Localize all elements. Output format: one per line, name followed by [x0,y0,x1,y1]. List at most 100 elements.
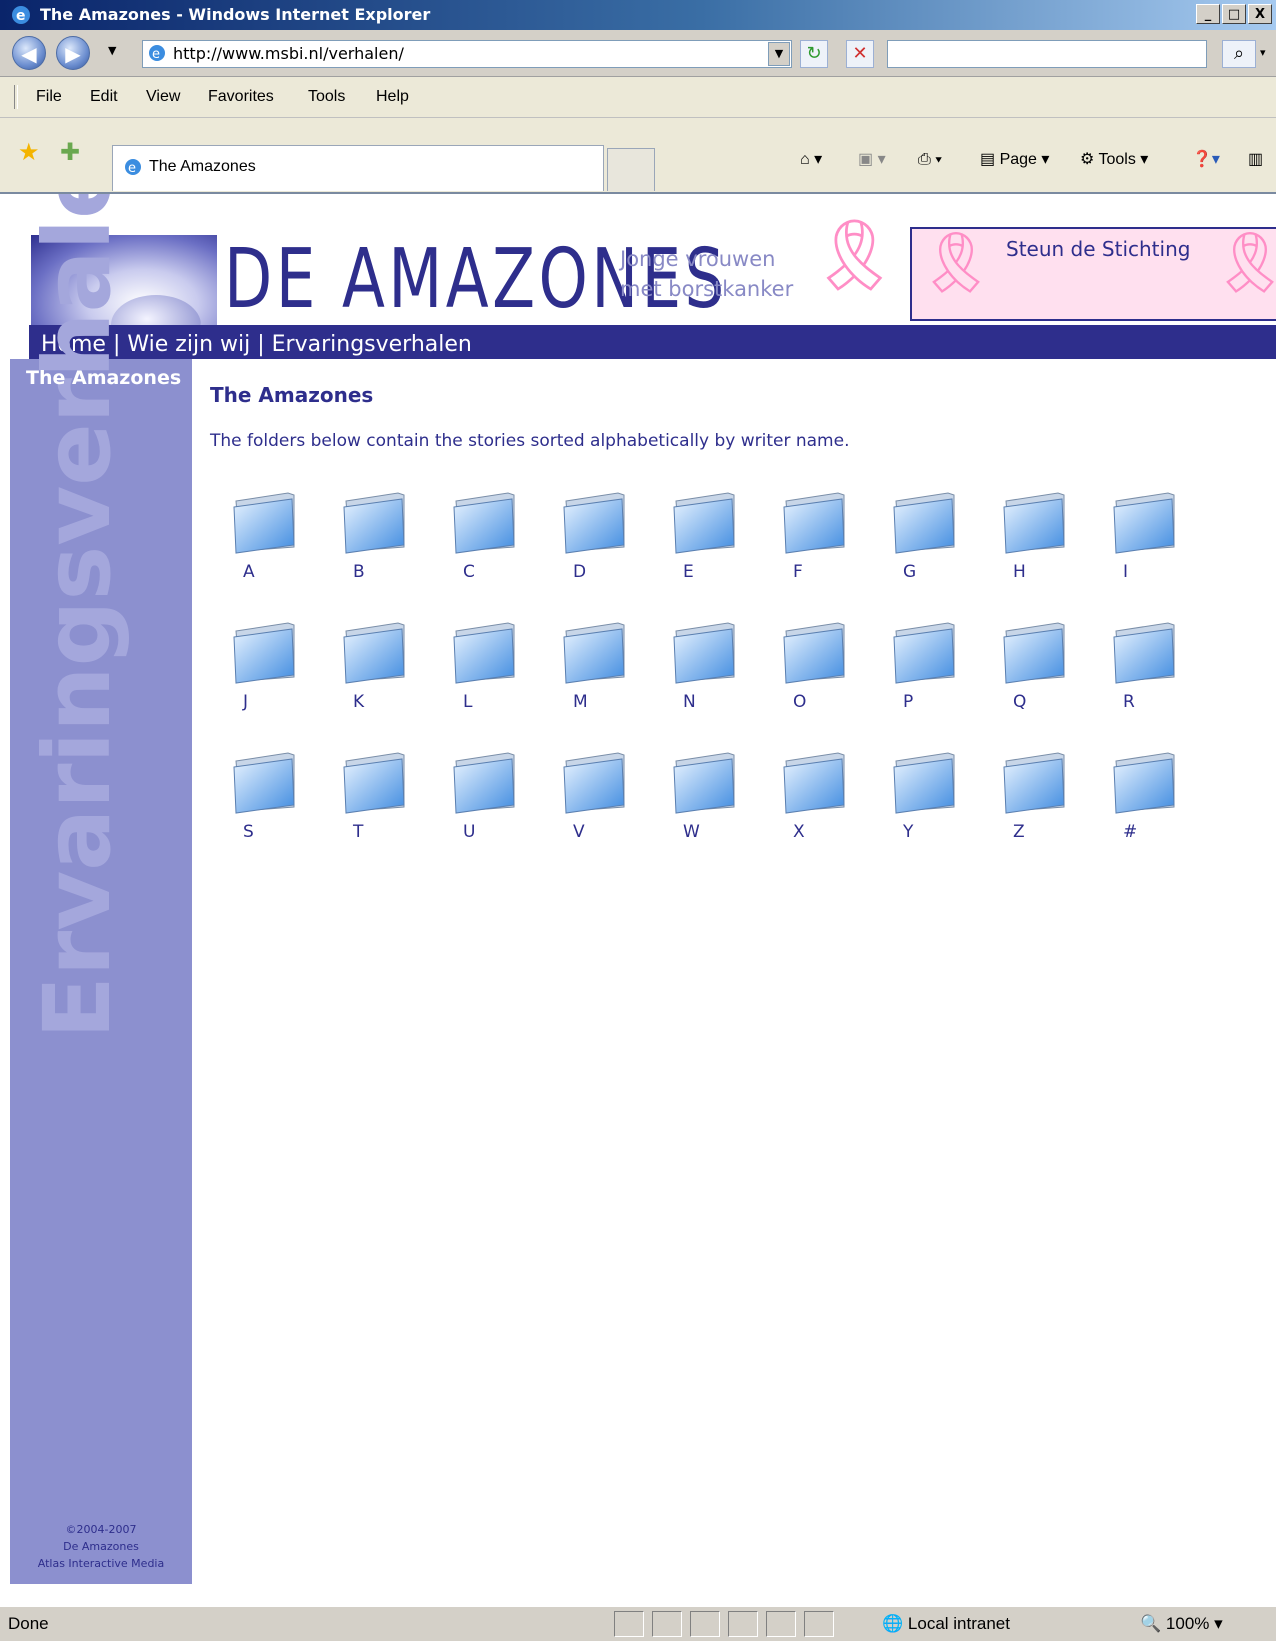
status-segment [690,1611,720,1637]
refresh-icon[interactable]: ↻ [800,40,828,68]
sponsor-banner[interactable]: 🎗 Steun de Stichting 🎗 [910,227,1276,321]
menu-favorites[interactable]: Favorites [208,77,274,117]
research-icon[interactable]: ▥ [1248,145,1263,175]
svg-text:e: e [16,8,26,24]
folder-label: R [1123,692,1135,712]
nav-about-link[interactable]: Wie zijn wij [127,332,250,357]
security-zone[interactable]: 🌐 Local intranet [882,1607,1010,1641]
folder-icon [563,492,625,554]
folder-icon [1003,492,1065,554]
menu-grip [14,85,18,109]
home-icon[interactable]: ⌂ ▾ [800,145,822,175]
address-dropdown-button[interactable]: ▼ [768,42,790,66]
folder-item[interactable]: B [335,487,445,582]
folder-item[interactable]: O [775,617,885,712]
folder-label: J [243,692,249,712]
folder-item[interactable]: Y [885,747,995,842]
folder-icon [1003,622,1065,684]
folder-item[interactable]: R [1105,617,1215,712]
zoom-control[interactable]: 🔍 100% ▾ [1140,1607,1223,1641]
folder-item[interactable]: T [335,747,445,842]
folder-label: X [793,822,805,842]
folder-item[interactable]: M [555,617,665,712]
menu-bar: File Edit View Favorites Tools Help [0,77,1276,118]
folder-item[interactable]: W [665,747,775,842]
folder-item[interactable]: N [665,617,775,712]
folder-item[interactable]: S [225,747,335,842]
close-button[interactable]: X [1248,4,1272,24]
site-nav: Home | Wie zijn wij | Ervaringsverhalen [29,325,1276,359]
folder-item[interactable]: # [1105,747,1215,842]
folder-item[interactable]: P [885,617,995,712]
feeds-icon[interactable]: ▣ ▾ [858,145,886,175]
print-icon[interactable]: ⎙ ▾ [918,145,942,175]
help-icon[interactable]: ❓▾ [1192,145,1220,175]
search-dropdown-icon[interactable]: ▾ [1260,46,1266,59]
sponsor-ribbon-left-icon: 🎗 [918,228,995,298]
address-bar[interactable]: e http://www.msbi.nl/verhalen/ [142,40,792,68]
menu-edit[interactable]: Edit [90,77,118,117]
page-menu-button[interactable]: ▤ Page ▾ [980,145,1049,175]
minimize-button[interactable]: _ [1196,4,1220,24]
folder-item[interactable]: K [335,617,445,712]
copyright: ©2004-2007 De Amazones Atlas Interactive… [10,1521,192,1572]
folder-icon [1113,752,1175,814]
folder-item[interactable]: U [445,747,555,842]
folder-icon [233,492,295,554]
address-url[interactable]: http://www.msbi.nl/verhalen/ [173,41,404,67]
menu-view[interactable]: View [146,77,180,117]
menu-file[interactable]: File [36,77,62,117]
tab-the-amazones[interactable]: e The Amazones [112,145,604,191]
folder-item[interactable]: H [995,487,1105,582]
forward-button[interactable]: ▶ [56,36,90,70]
svg-text:e: e [128,161,136,176]
folder-item[interactable]: I [1105,487,1215,582]
folder-label: V [573,822,585,842]
pink-ribbon-icon: 🎗 [810,214,899,296]
page-title: The Amazones [210,383,374,407]
folder-label: W [683,822,700,842]
folder-icon [893,492,955,554]
folder-label: P [903,692,914,712]
folder-icon [343,492,405,554]
folder-item[interactable]: E [665,487,775,582]
folder-item[interactable]: C [445,487,555,582]
folder-item[interactable]: D [555,487,665,582]
folder-item[interactable]: F [775,487,885,582]
copyright-designer[interactable]: Atlas Interactive Media [10,1555,192,1572]
maximize-button[interactable]: □ [1222,4,1246,24]
window-title: The Amazones - Windows Internet Explorer [40,5,431,24]
folder-item[interactable]: J [225,617,335,712]
folder-icon [893,752,955,814]
add-favorites-icon[interactable]: ✚ [60,138,80,167]
folder-item[interactable]: X [775,747,885,842]
new-tab-button[interactable] [607,148,655,191]
menu-tools[interactable]: Tools [308,77,345,117]
tools-menu-button[interactable]: ⚙ Tools ▾ [1080,145,1148,175]
folder-label: N [683,692,696,712]
folder-label: Q [1013,692,1027,712]
folder-icon [233,752,295,814]
folder-item[interactable]: V [555,747,665,842]
search-input[interactable] [887,40,1207,68]
menu-help[interactable]: Help [376,77,409,117]
back-button[interactable]: ◀ [12,36,46,70]
nav-stories-link[interactable]: Ervaringsverhalen [272,332,472,357]
folder-label: I [1123,562,1129,582]
status-segment [804,1611,834,1637]
folder-item[interactable]: Z [995,747,1105,842]
folder-item[interactable]: G [885,487,995,582]
history-dropdown-icon[interactable]: ▼ [108,44,116,57]
sidebar-heading[interactable]: The Amazones [26,367,181,389]
stop-icon[interactable]: ✕ [846,40,874,68]
folder-item[interactable]: L [445,617,555,712]
search-icon[interactable]: ⌕ [1222,40,1256,68]
folder-item[interactable]: A [225,487,335,582]
favorites-star-icon[interactable]: ★ [18,138,40,167]
folder-label: A [243,562,255,582]
status-segment [652,1611,682,1637]
folder-item[interactable]: Q [995,617,1105,712]
globe-icon: 🌐 [882,1614,904,1633]
site-tagline: Jonge vrouwen met borstkanker [620,244,793,304]
folder-label: E [683,562,694,582]
